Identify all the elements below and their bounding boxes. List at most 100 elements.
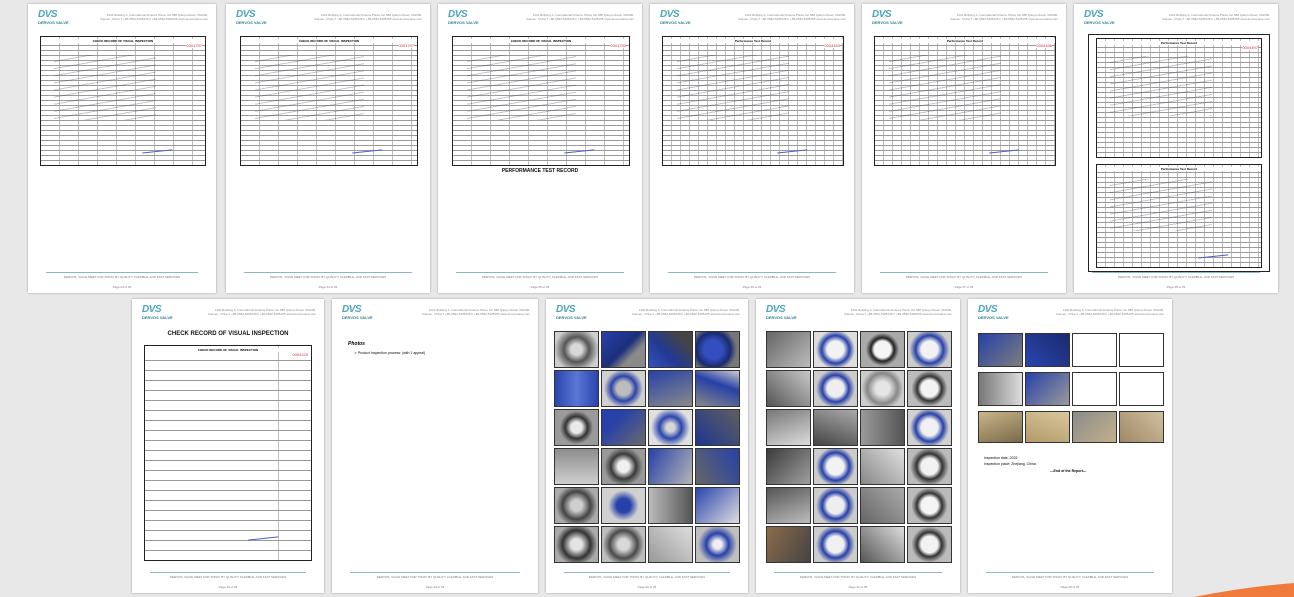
photo [695,331,740,368]
photo [907,370,952,407]
photo [766,370,811,407]
photo [1025,333,1070,367]
performance-form: Performance Test Record 0004497 [1096,38,1262,158]
company-logo: DVS DERVOS VALVE [142,304,173,321]
page-thumbnail-4[interactable]: DVS DERVOS VALVE 1201 Building A, Interna… [650,4,854,293]
signature [563,145,594,154]
company-address: 1201 Building A, International Finance P… [738,13,846,21]
photo [766,448,811,485]
photo [601,448,646,485]
company-address: 1201 Building A, International Finance P… [208,308,316,316]
signature [776,145,808,154]
performance-form: Performance Test Record 0004493 [662,36,844,166]
page-thumbnail-11[interactable]: DVS DERVOS VALVE 1201 Building A, Interna… [968,299,1172,593]
photo [813,331,858,368]
photo [978,411,1023,443]
page-footer: DERVOS, VALVE MEET FOR TODAY BY QUALITY,… [244,272,412,279]
photo [648,409,693,446]
company-address: 1201 Building A, International Finance P… [632,308,740,316]
inspection-form: CHECK RECORD OF VISUAL INSPECTION 000179… [452,36,630,166]
handwriting [54,54,156,121]
photo [978,333,1023,367]
form-title: CHECK RECORD OF VISUAL INSPECTION [145,348,311,352]
page-thumbnail-2[interactable]: DVS DERVOS VALVE 1201 Building A, Interna… [226,4,430,293]
photo [648,331,693,368]
photo [554,331,599,368]
page-footer: DERVOS, VALVE MEET FOR TODAY BY QUALITY,… [564,572,730,579]
form-title: Performance Test Record [1097,167,1261,171]
page-number: Page 06 of 25 [742,285,762,289]
page-footer: DERVOS, VALVE MEET FOR TODAY BY QUALITY,… [774,572,942,579]
page-header: DVS DERVOS VALVE 1201 Building A, Interna… [756,299,960,325]
photo [648,370,693,407]
photo [860,448,905,485]
page-number: Page 10 of 25 [218,585,238,589]
company-address: 1201 Building A, International Finance P… [100,13,208,21]
company-address: 1201 Building A, International Finance P… [422,308,530,316]
page-number: Page 05 of 25 [530,285,550,289]
company-logo: DVS DERVOS VALVE [556,304,587,321]
page-number: Page 20 of 25 [637,585,657,589]
inspection-place: Inspection place: Zhejiang, China [984,462,1036,466]
form-title: CHECK RECORD OF VISUAL INSPECTION [41,39,205,43]
photo [1072,411,1117,443]
company-address: 1201 Building A, International Finance P… [1056,308,1164,316]
page-header: DVS DERVOS VALVE 1201 Building A, Interna… [132,299,324,325]
company-address: 1201 Building A, International Finance P… [950,13,1058,21]
page-number: Page 25 of 25 [1060,585,1080,589]
page-footer: DERVOS, VALVE MEET FOR TODAY BY QUALITY,… [880,272,1048,279]
page-thumbnail-1[interactable]: DVS DERVOS VALVE 1201 Building A, Interna… [28,4,216,293]
page-thumbnail-3[interactable]: DVS DERVOS VALVE 1201 Building A, Interna… [438,4,642,293]
page-header: DVS DERVOS VALVE 1201 Building A, Interna… [862,4,1066,30]
photo [860,370,905,407]
photo [766,331,811,368]
photo [601,409,646,446]
form-title: Performance Test Record [875,39,1055,43]
form-number: 0004496 [1036,43,1052,48]
visual-inspection-form: CHECK RECORD OF VISUAL INSPECTION 000422… [144,345,312,561]
form-title: CHECK RECORD OF VISUAL INSPECTION [241,39,417,43]
photo-table [978,411,1164,443]
photo [601,331,646,368]
photo [860,409,905,446]
photo [907,526,952,563]
performance-form-2: Performance Test Record [1096,164,1262,268]
photo [766,526,811,563]
page-footer: DERVOS, VALVE MEET FOR TODAY BY QUALITY,… [350,572,520,579]
photo [648,487,693,524]
photo [766,409,811,446]
page-number: Page 04 of 25 [318,285,338,289]
photo [1025,372,1070,406]
page-footer: DERVOS, VALVE MEET FOR TODAY BY QUALITY,… [668,272,836,279]
inspection-form: CHECK RECORD OF VISUAL INSPECTION 000179… [40,36,206,166]
signature [1198,250,1229,259]
photo [601,370,646,407]
page-thumbnail-5[interactable]: DVS DERVOS VALVE 1201 Building A, Interna… [862,4,1066,293]
page-header: DVS DERVOS VALVE 1201 Building A, Interna… [226,4,430,30]
photo [695,487,740,524]
page-number: Page 08 of 25 [1166,285,1186,289]
photo [907,448,952,485]
photos-heading: Photos [348,341,365,347]
form-number: 0001797 [186,43,202,48]
page-footer: DERVOS, VALVE MEET FOR TODAY BY QUALITY,… [986,572,1154,579]
page-thumbnail-8[interactable]: DVS DERVOS VALVE 1201 Building A, Interna… [332,299,538,593]
page-title: CHECK RECORD OF VISUAL INSPECTION [167,331,289,337]
page-number: Page 04 of 25 [112,285,132,289]
page-header: DVS DERVOS VALVE 1201 Building A, Interna… [650,4,854,30]
form-number: 0001793 [610,43,626,48]
page-thumbnail-6[interactable]: DVS DERVOS VALVE 1201 Building A, Interna… [1074,4,1278,293]
page-header: DVS DERVOS VALVE 1201 Building A, Interna… [28,4,216,30]
signature [351,145,382,154]
photo [1119,411,1164,443]
form-number: 0004493 [824,43,840,48]
page-thumbnail-7[interactable]: DVS DERVOS VALVE 1201 Building A, Interna… [132,299,324,593]
photos-bullet: ➢ Product Inspection process: (with 1 ap… [354,351,426,355]
photo-empty [1119,372,1164,406]
photo [907,487,952,524]
page-thumbnail-10[interactable]: DVS DERVOS VALVE 1201 Building A, Interna… [756,299,960,593]
photo [554,487,599,524]
page-thumbnail-9[interactable]: DVS DERVOS VALVE 1201 Building A, Interna… [546,299,748,593]
page-header: DVS DERVOS VALVE 1201 Building A, Interna… [438,4,642,30]
photo [554,448,599,485]
